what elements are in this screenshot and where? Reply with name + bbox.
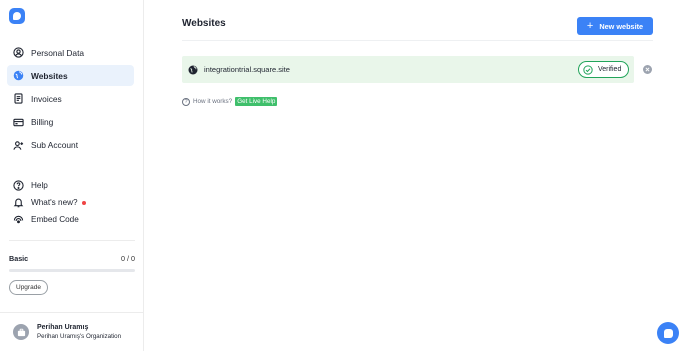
sidebar-item-label: Invoices <box>31 93 62 104</box>
sidebar-item-label: Billing <box>31 117 54 128</box>
plan-name: Basic <box>9 254 29 263</box>
globe-icon <box>13 70 24 81</box>
new-website-label: New website <box>599 21 644 31</box>
secondary-nav: Help What's new? Embed Code <box>7 177 134 229</box>
question-icon: ? <box>182 97 190 106</box>
sidebar-item-sub-account[interactable]: Sub Account <box>7 135 134 156</box>
organization-avatar-icon <box>13 324 29 340</box>
sidebar-item-embed-code[interactable]: Embed Code <box>7 211 134 228</box>
sidebar: Personal Data Websites Invoices Billing … <box>0 0 144 351</box>
how-it-works-label[interactable]: How it works? <box>193 98 232 105</box>
user-profile[interactable]: Perihan Uramış Perihan Uramış's Organiza… <box>0 312 144 351</box>
header-divider <box>182 40 653 41</box>
app-logo-icon[interactable] <box>9 8 25 24</box>
remove-website-icon[interactable] <box>643 65 652 74</box>
sidebar-item-billing[interactable]: Billing <box>7 112 134 133</box>
get-live-help-button[interactable]: Get Live Help <box>235 97 278 106</box>
sidebar-item-label: Websites <box>31 70 68 81</box>
sidebar-item-label: Embed Code <box>31 215 79 225</box>
upgrade-button[interactable]: Upgrade <box>9 280 48 295</box>
verified-status-badge: Verified <box>578 61 629 78</box>
sidebar-item-help[interactable]: Help <box>7 177 134 194</box>
website-row[interactable]: integrationtrial.square.site Verified <box>182 56 634 83</box>
primary-nav: Personal Data Websites Invoices Billing … <box>7 42 134 158</box>
sidebar-item-label: Sub Account <box>31 140 79 151</box>
bell-icon <box>13 197 24 208</box>
plan-usage: 0 / 0 <box>121 254 135 263</box>
embed-icon <box>13 214 24 225</box>
help-circle-icon <box>13 180 24 191</box>
how-it-works: ? How it works? Get Live Help <box>182 97 278 106</box>
sidebar-item-websites[interactable]: Websites <box>7 65 134 87</box>
verified-label: Verified <box>598 66 622 73</box>
plan-panel: Basic 0 / 0 Upgrade <box>9 240 135 295</box>
chat-launcher-icon[interactable] <box>657 322 679 344</box>
sidebar-item-label: Help <box>31 181 48 190</box>
plan-usage-bar <box>9 269 135 272</box>
user-name: Perihan Uramış <box>37 324 89 331</box>
user-organization: Perihan Uramış's Organization <box>37 333 122 340</box>
plus-icon: + <box>586 19 594 32</box>
new-indicator-badge <box>81 200 86 205</box>
sidebar-item-invoices[interactable]: Invoices <box>7 88 134 109</box>
check-circle-icon <box>583 64 593 75</box>
globe-icon <box>188 65 198 74</box>
add-user-icon <box>13 140 24 151</box>
website-url[interactable]: integrationtrial.square.site <box>204 65 290 74</box>
user-circle-icon <box>13 47 24 58</box>
document-icon <box>13 93 24 105</box>
sidebar-item-label: What's new? <box>31 198 78 208</box>
page-title: Websites <box>182 18 226 29</box>
sidebar-item-whats-new[interactable]: What's new? <box>7 194 134 211</box>
plan-header: Basic 0 / 0 <box>9 254 135 263</box>
sidebar-item-personal-data[interactable]: Personal Data <box>7 42 134 63</box>
sidebar-item-label: Personal Data <box>31 47 85 58</box>
main-content: Websites + New website integrationtrial.… <box>144 0 690 351</box>
new-website-button[interactable]: + New website <box>577 17 653 35</box>
credit-card-icon <box>13 117 24 128</box>
